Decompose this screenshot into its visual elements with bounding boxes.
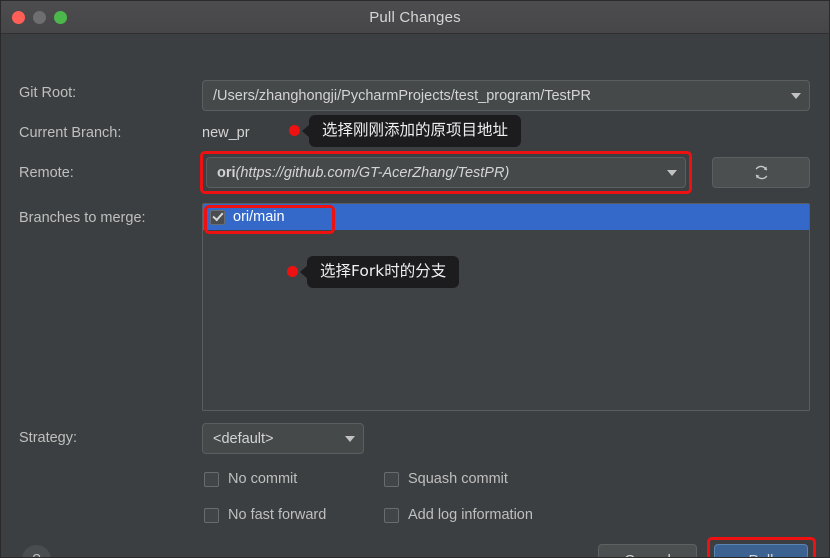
question-mark-icon: ? [32,551,40,557]
close-button[interactable] [12,10,25,24]
checkbox-label: No commit [228,471,298,487]
current-branch-value: new_pr [202,125,250,141]
pull-button-label: Pull [748,552,773,558]
strategy-label: Strategy: [19,430,78,446]
current-branch-value-row: new_pr [202,125,250,141]
checkbox-icon[interactable] [384,471,399,487]
refresh-remotes-button[interactable] [712,157,810,188]
branches-list[interactable]: ori/main [202,203,810,411]
remote-value: ori(https://github.com/GT-AcerZhang/Test… [217,165,659,181]
checkbox-icon[interactable] [210,209,225,225]
checkbox-add-log-information[interactable]: Add log information [384,507,533,523]
strategy-value: <default> [213,430,274,447]
checkbox-squash-commit[interactable]: Squash commit [384,471,508,487]
current-branch-label-row: Current Branch: [19,125,121,141]
remote-label: Remote: [19,165,74,181]
checkbox-label: Add log information [408,507,533,523]
annotation-tooltip-remote-text: 选择刚刚添加的原项目地址 [309,115,522,147]
git-root-value: /Users/zhanghongji/PycharmProjects/test_… [213,87,591,104]
refresh-icon [755,165,767,180]
window-title: Pull Changes [369,8,461,26]
annotation-tooltip-remote: 选择刚刚添加的原项目地址 [289,115,522,147]
strategy-combo[interactable]: <default> [202,423,364,454]
dialog-body: Git Root: /Users/zhanghongji/PycharmProj… [1,34,829,558]
chevron-down-icon [791,92,801,99]
current-branch-label: Current Branch: [19,125,122,141]
annotation-tooltip-branch: 选择Fork时的分支 [287,256,460,288]
remote-name: ori [217,164,236,181]
branches-to-merge-label-row: Branches to merge: [19,210,146,226]
branches-to-merge-label: Branches to merge: [19,210,146,226]
checkbox-icon[interactable] [384,507,399,523]
window-controls [1,10,67,24]
marker-dot-icon [287,266,298,278]
git-root-label: Git Root: [19,85,77,101]
marker-dot-icon [289,125,300,137]
checkbox-no-commit[interactable]: No commit [204,471,297,487]
checkbox-label: Squash commit [408,471,508,487]
chevron-down-icon [345,435,355,442]
title-bar: Pull Changes [1,1,829,34]
checkbox-icon[interactable] [204,471,219,487]
pull-changes-dialog: Pull Changes Git Root: /Users/zhanghongj… [0,0,830,558]
cancel-button-label: Cancel [624,552,671,558]
checkbox-icon[interactable] [204,507,219,523]
checkbox-label: No fast forward [228,507,327,523]
cancel-button[interactable]: Cancel [598,544,697,558]
annotation-tooltip-branch-text: 选择Fork时的分支 [307,256,460,288]
checkbox-no-fast-forward[interactable]: No fast forward [204,507,326,523]
maximize-button[interactable] [54,10,67,24]
pull-button[interactable]: Pull [714,544,808,558]
chevron-down-icon [667,169,677,176]
remote-url: (https://github.com/GT-AcerZhang/TestPR) [235,164,510,181]
strategy-label-row: Strategy: [19,430,77,446]
list-item-label: ori/main [233,209,285,225]
help-button[interactable]: ? [22,545,51,557]
remote-label-row: Remote: [19,165,74,181]
git-root-label-row: Git Root: [19,85,76,101]
git-root-combo[interactable]: /Users/zhanghongji/PycharmProjects/test_… [202,80,810,111]
remote-combo[interactable]: ori(https://github.com/GT-AcerZhang/Test… [206,157,686,188]
minimize-button[interactable] [33,10,46,24]
list-item[interactable]: ori/main [203,204,809,230]
